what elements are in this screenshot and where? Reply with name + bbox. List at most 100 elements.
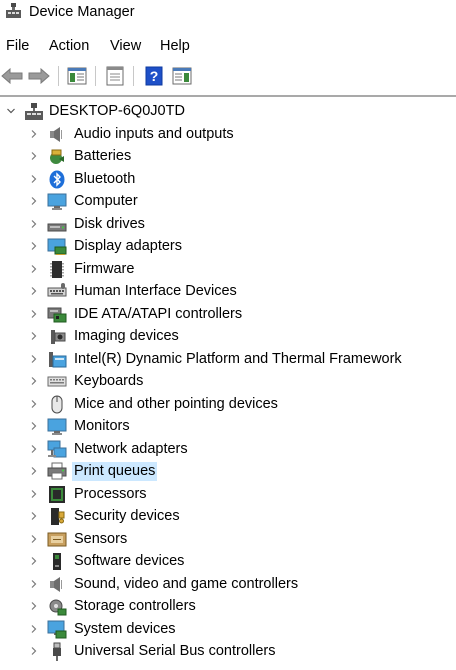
tree-item-label: Monitors xyxy=(74,418,130,434)
chevron-right-icon[interactable] xyxy=(28,465,40,477)
tree-item-imaging-devices[interactable]: Imaging devices xyxy=(0,325,456,348)
menu-action[interactable]: Action xyxy=(49,37,89,55)
chevron-right-icon[interactable] xyxy=(28,375,40,387)
chevron-right-icon[interactable] xyxy=(28,218,40,230)
chevron-right-icon[interactable] xyxy=(28,173,40,185)
camera-icon xyxy=(51,330,66,344)
network-adapter-icon xyxy=(47,440,67,457)
tree-item-label: Bluetooth xyxy=(74,170,136,187)
chevron-right-icon[interactable] xyxy=(28,600,40,612)
forward-arrow-icon xyxy=(28,68,50,84)
tree-root[interactable]: DESKTOP-6Q0J0TD xyxy=(0,100,456,123)
tree-item-label: Computer xyxy=(74,193,138,209)
tree-item-monitors[interactable]: Monitors xyxy=(0,415,456,438)
tree-item-print-queues[interactable]: Print queues xyxy=(0,460,456,483)
chevron-right-icon[interactable] xyxy=(28,510,40,522)
chevron-right-icon[interactable] xyxy=(28,398,40,410)
back-button[interactable] xyxy=(0,65,24,87)
toolbar-separator xyxy=(95,66,96,86)
tree-item-batteries[interactable]: Batteries xyxy=(0,145,456,168)
tree-item-network-adapters[interactable]: Network adapters xyxy=(0,438,456,461)
chevron-right-icon[interactable] xyxy=(28,488,40,500)
usb-icon xyxy=(53,642,61,661)
chevron-right-icon[interactable] xyxy=(28,443,40,455)
chevron-right-icon[interactable] xyxy=(28,128,40,140)
disk-drive-icon xyxy=(47,223,67,231)
tree-item-human-interface-devices[interactable]: Human Interface Devices xyxy=(0,280,456,303)
keyboard-icon xyxy=(47,376,67,387)
tree-item-system-devices[interactable]: System devices xyxy=(0,618,456,641)
show-hide-console-tree-button[interactable] xyxy=(65,65,89,87)
title-bar[interactable]: Device Manager xyxy=(0,0,456,26)
chevron-right-icon[interactable] xyxy=(28,353,40,365)
speaker-icon xyxy=(50,576,62,592)
help-button[interactable]: ? xyxy=(142,65,166,87)
tree-item-label: Universal Serial Bus controllers xyxy=(74,643,276,659)
folder-icon xyxy=(49,351,67,367)
back-arrow-icon xyxy=(1,68,23,84)
forward-button[interactable] xyxy=(27,65,51,87)
tree-item-software-devices[interactable]: Software devices xyxy=(0,550,456,573)
tree-item-universal-serial-bus-controllers[interactable]: Universal Serial Bus controllers xyxy=(0,640,456,663)
tree-item-label: Print queues xyxy=(72,462,158,481)
tree-item-label: Intel(R) Dynamic Platform and Thermal Fr… xyxy=(74,350,402,367)
tree-item-intel-dynamic-platform[interactable]: Intel(R) Dynamic Platform and Thermal Fr… xyxy=(0,348,456,371)
sensor-icon xyxy=(47,532,67,546)
device-tree: DESKTOP-6Q0J0TD Audio inputs and outputs… xyxy=(0,98,456,670)
tree-item-label: Security devices xyxy=(74,508,180,524)
chevron-right-icon[interactable] xyxy=(28,578,40,590)
menu-help[interactable]: Help xyxy=(160,37,190,55)
chevron-right-icon[interactable] xyxy=(28,420,40,432)
chevron-right-icon[interactable] xyxy=(28,263,40,275)
tree-item-display-adapters[interactable]: Display adapters xyxy=(0,235,456,258)
chevron-right-icon[interactable] xyxy=(28,533,40,545)
tree-item-audio-inputs-and-outputs[interactable]: Audio inputs and outputs xyxy=(0,123,456,146)
chevron-right-icon[interactable] xyxy=(28,308,40,320)
toolbar-separator xyxy=(133,66,134,86)
monitor-icon xyxy=(47,193,67,210)
tree-item-label: Sensors xyxy=(74,530,128,547)
chevron-right-icon[interactable] xyxy=(28,240,40,252)
tree-item-label: Processors xyxy=(74,485,147,502)
tree-item-ide-ata-atapi-controllers[interactable]: IDE ATA/ATAPI controllers xyxy=(0,303,456,326)
tree-item-sound-video-and-game-controllers[interactable]: Sound, video and game controllers xyxy=(0,573,456,596)
device-manager-app-icon xyxy=(6,3,21,18)
show-action-pane-button[interactable] xyxy=(170,65,194,87)
chevron-right-icon[interactable] xyxy=(28,330,40,342)
tree-item-sensors[interactable]: Sensors xyxy=(0,528,456,551)
tree-item-label: Imaging devices xyxy=(74,328,179,344)
chevron-right-icon[interactable] xyxy=(28,623,40,635)
tree-item-keyboards[interactable]: Keyboards xyxy=(0,370,456,393)
tree-item-processors[interactable]: Processors xyxy=(0,483,456,506)
chevron-right-icon[interactable] xyxy=(28,195,40,207)
tree-item-computer[interactable]: Computer xyxy=(0,190,456,213)
bluetooth-icon xyxy=(49,170,65,188)
chevron-right-icon[interactable] xyxy=(28,555,40,567)
tree-item-label: Display adapters xyxy=(74,238,182,254)
tree-item-bluetooth[interactable]: Bluetooth xyxy=(0,168,456,191)
hid-icon xyxy=(47,283,67,297)
chevron-right-icon[interactable] xyxy=(28,150,40,162)
tree-item-security-devices[interactable]: Security devices xyxy=(0,505,456,528)
tree-item-label: Network adapters xyxy=(74,440,188,457)
tree-item-storage-controllers[interactable]: Storage controllers xyxy=(0,595,456,618)
chevron-down-icon[interactable] xyxy=(5,105,17,117)
menu-view[interactable]: View xyxy=(110,37,141,55)
tree-item-label: Mice and other pointing devices xyxy=(74,395,278,412)
device-manager-window: Device Manager File Action View Help ? D… xyxy=(0,0,456,670)
tree-item-label: IDE ATA/ATAPI controllers xyxy=(74,305,243,322)
tree-item-label: Storage controllers xyxy=(74,598,196,614)
system-devices-icon xyxy=(47,620,67,638)
properties-button[interactable] xyxy=(103,65,127,87)
properties-icon xyxy=(106,66,124,86)
storage-controller-icon xyxy=(49,599,67,616)
tree-item-firmware[interactable]: Firmware xyxy=(0,258,456,281)
menu-file[interactable]: File xyxy=(6,37,29,55)
svg-text:?: ? xyxy=(150,68,159,84)
chevron-right-icon[interactable] xyxy=(28,285,40,297)
tree-item-mice-and-other-pointing-devices[interactable]: Mice and other pointing devices xyxy=(0,393,456,416)
chevron-right-icon[interactable] xyxy=(28,645,40,657)
tree-item-disk-drives[interactable]: Disk drives xyxy=(0,213,456,236)
tree-item-label: Human Interface Devices xyxy=(74,283,237,299)
show-action-pane-icon xyxy=(172,67,192,85)
